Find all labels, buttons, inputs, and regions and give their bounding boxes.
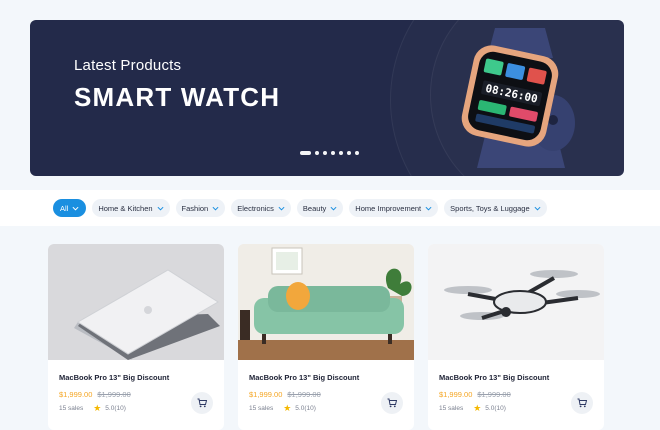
category-chip[interactable]: All bbox=[53, 199, 87, 217]
product-meta: 15 sales ★ 5.0(10) bbox=[59, 403, 126, 414]
product-card[interactable]: MacBook Pro 13" Big Discount $1,999.00 $… bbox=[428, 244, 604, 430]
slider-dot[interactable] bbox=[331, 151, 335, 155]
category-chip[interactable]: Home Improvement bbox=[349, 199, 439, 217]
product-meta: 15 sales ★ 5.0(10) bbox=[249, 403, 316, 414]
smart-watch-image: 08:26:00 bbox=[461, 28, 575, 168]
category-list: All Home & Kitchen Fashion Electronics Beaut… bbox=[53, 199, 547, 217]
product-prices: $1,999.00 $1,999.00 bbox=[439, 390, 511, 399]
category-chip[interactable]: Sports, Toys & Luggage bbox=[444, 199, 547, 217]
category-chip[interactable]: Beauty bbox=[296, 199, 344, 217]
hero-subtitle: Latest Products bbox=[74, 57, 182, 74]
add-to-cart-button[interactable] bbox=[571, 392, 593, 414]
category-chip-label: Sports, Toys & Luggage bbox=[450, 203, 530, 213]
add-to-cart-button[interactable] bbox=[381, 392, 403, 414]
chevron-down-icon bbox=[330, 206, 337, 211]
product-name[interactable]: MacBook Pro 13" Big Discount bbox=[59, 373, 169, 382]
product-card[interactable]: MacBook Pro 13" Big Discount $1,999.00 $… bbox=[48, 244, 224, 430]
product-price: $1,999.00 bbox=[439, 390, 473, 399]
hero-title: SMART WATCH bbox=[74, 82, 281, 112]
category-chip-label: All bbox=[60, 203, 69, 213]
slider-dot[interactable] bbox=[323, 151, 327, 155]
chevron-down-icon bbox=[72, 206, 79, 211]
product-name[interactable]: MacBook Pro 13" Big Discount bbox=[439, 373, 549, 382]
category-chip-label: Home & Kitchen bbox=[98, 203, 153, 213]
slider-dot[interactable] bbox=[315, 151, 319, 155]
product-rating: 5.0(10) bbox=[485, 405, 506, 412]
product-prices: $1,999.00 $1,999.00 bbox=[249, 390, 321, 399]
product-sales: 15 sales bbox=[249, 405, 274, 412]
product-rating: 5.0(10) bbox=[105, 405, 126, 412]
category-chip-label: Fashion bbox=[181, 203, 209, 213]
cart-icon bbox=[577, 398, 587, 408]
add-to-cart-button[interactable] bbox=[191, 392, 213, 414]
chevron-down-icon bbox=[212, 206, 219, 211]
category-chip-label: Home Improvement bbox=[355, 203, 422, 213]
category-chip[interactable]: Fashion bbox=[175, 199, 226, 217]
slider-dot[interactable] bbox=[300, 151, 311, 155]
product-price: $1,999.00 bbox=[249, 390, 283, 399]
product-sales: 15 sales bbox=[59, 405, 84, 412]
slider-dots[interactable] bbox=[300, 151, 359, 155]
chevron-down-icon bbox=[278, 206, 285, 211]
cart-icon bbox=[197, 398, 207, 408]
chevron-down-icon bbox=[534, 206, 541, 211]
category-chip-label: Beauty bbox=[302, 203, 327, 213]
product-price: $1,999.00 bbox=[59, 390, 93, 399]
cart-icon bbox=[387, 398, 397, 408]
product-old-price: $1,999.00 bbox=[477, 390, 511, 399]
product-card[interactable]: MacBook Pro 13" Big Discount $1,999.00 $… bbox=[238, 244, 414, 430]
star-icon: ★ bbox=[283, 403, 292, 413]
product-old-price: $1,999.00 bbox=[287, 390, 321, 399]
product-name[interactable]: MacBook Pro 13" Big Discount bbox=[249, 373, 359, 382]
star-icon: ★ bbox=[473, 403, 482, 413]
product-sales: 15 sales bbox=[439, 405, 464, 412]
slider-dot[interactable] bbox=[347, 151, 351, 155]
hero-banner[interactable]: Latest Products SMART WATCH 08:26:00 bbox=[30, 20, 624, 176]
slider-dot[interactable] bbox=[339, 151, 343, 155]
slider-dot[interactable] bbox=[355, 151, 359, 155]
star-icon: ★ bbox=[93, 403, 102, 413]
product-image-sofa bbox=[238, 244, 414, 360]
chevron-down-icon bbox=[157, 206, 164, 211]
product-rating: 5.0(10) bbox=[295, 405, 316, 412]
product-image-drone bbox=[428, 244, 604, 360]
product-old-price: $1,999.00 bbox=[97, 390, 131, 399]
category-chip-label: Electronics bbox=[237, 203, 274, 213]
product-image-laptop bbox=[48, 244, 224, 360]
product-meta: 15 sales ★ 5.0(10) bbox=[439, 403, 506, 414]
chevron-down-icon bbox=[425, 206, 432, 211]
category-chip[interactable]: Electronics bbox=[231, 199, 291, 217]
category-bar: All Home & Kitchen Fashion Electronics Beaut… bbox=[0, 190, 660, 226]
product-prices: $1,999.00 $1,999.00 bbox=[59, 390, 131, 399]
category-chip[interactable]: Home & Kitchen bbox=[92, 199, 170, 217]
